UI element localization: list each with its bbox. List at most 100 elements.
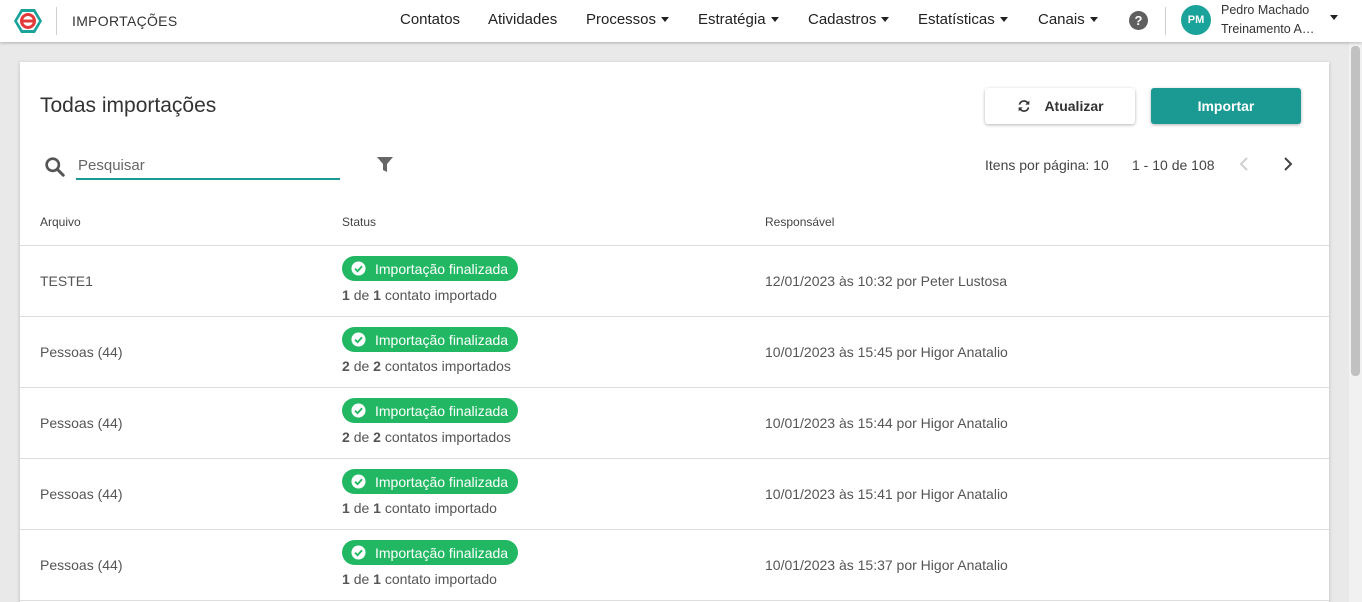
column-header-responsible: Responsável (765, 215, 835, 229)
responsible-info: 10/01/2023 às 15:45 por Higor Anatalio (765, 344, 1008, 360)
of-word: de (353, 571, 370, 587)
check-circle-icon (351, 474, 366, 489)
imported-count: 1 (342, 500, 350, 516)
page-scrollbar[interactable] (1349, 42, 1362, 602)
nav-label: Cadastros (808, 11, 877, 28)
responsible-info: 12/01/2023 às 10:32 por Peter Lustosa (765, 273, 1008, 289)
search-icon (45, 157, 65, 177)
table-row[interactable]: Pessoas (44) Importação finalizada 1 de 1 … (20, 459, 1329, 530)
of-word: de (353, 287, 370, 303)
file-name: Pessoas (44) (40, 344, 123, 360)
nav-label: Canais (1038, 11, 1085, 28)
of-word: de (353, 429, 370, 445)
nav-cadastros[interactable]: Cadastros (808, 11, 890, 28)
nav-processos[interactable]: Processos (586, 11, 670, 28)
total-count: 1 (373, 571, 381, 587)
table-row[interactable]: Pessoas (44) Importação finalizada 2 de 2 … (20, 317, 1329, 388)
check-circle-icon (351, 332, 366, 347)
user-name[interactable]: Pedro Machado (1221, 3, 1309, 17)
refresh-button-label: Atualizar (1044, 98, 1104, 114)
total-count: 2 (373, 358, 381, 374)
top-bar: IMPORTAÇÕES Contatos Atividades Processo… (0, 0, 1362, 42)
count-suffix: contato importado (384, 500, 497, 516)
nav-estrategia[interactable]: Estratégia (698, 11, 779, 28)
caret-down-icon (881, 16, 890, 22)
nav-label: Processos (586, 11, 657, 28)
table-row[interactable]: TESTE1 Importação finalizada 1 de 1 contat… (20, 246, 1329, 317)
count-suffix: contato importado (384, 287, 497, 303)
import-count: 1 de 1 contato importado (342, 571, 497, 587)
imported-count: 2 (342, 429, 350, 445)
table-row[interactable]: Pessoas (44) Importação finalizada 1 de 1 … (20, 530, 1329, 601)
check-circle-icon (351, 261, 366, 276)
status-badge: Importação finalizada (342, 540, 519, 565)
page-title: Todas importações (40, 94, 217, 117)
nav-label: Estratégia (698, 11, 766, 28)
user-menu-caret-icon[interactable] (1330, 15, 1338, 20)
import-button[interactable]: Importar (1151, 88, 1301, 124)
count-suffix: contatos importados (384, 358, 511, 374)
imported-count: 1 (342, 571, 350, 587)
responsible-info: 10/01/2023 às 15:44 por Higor Anatalio (765, 415, 1008, 431)
scrollbar-thumb[interactable] (1351, 46, 1360, 376)
import-count: 2 de 2 contatos importados (342, 429, 511, 445)
items-per-page[interactable]: Itens por página: 10 (985, 157, 1109, 173)
nav-canais[interactable]: Canais (1038, 11, 1098, 28)
caret-down-icon (999, 16, 1008, 22)
nav-label: Estatísticas (918, 11, 995, 28)
chevron-left-icon[interactable] (1238, 156, 1252, 172)
header-divider (56, 7, 57, 35)
status-label: Importação finalizada (375, 331, 509, 348)
status-label: Importação finalizada (375, 544, 509, 561)
avatar[interactable]: PM (1181, 5, 1211, 35)
of-word: de (353, 358, 370, 374)
refresh-button[interactable]: Atualizar (985, 88, 1135, 124)
import-count: 2 de 2 contatos importados (342, 358, 511, 374)
status-label: Importação finalizada (375, 260, 509, 277)
responsible-info: 10/01/2023 às 15:37 por Higor Anatalio (765, 557, 1008, 573)
pagination-range: 1 - 10 de 108 (1132, 157, 1215, 173)
help-icon[interactable]: ? (1129, 11, 1148, 30)
page-section-title: IMPORTAÇÕES (72, 13, 178, 29)
caret-down-icon (1089, 16, 1098, 22)
refresh-icon (1019, 100, 1030, 112)
nav-atividades[interactable]: Atividades (488, 11, 557, 28)
app-logo-icon[interactable] (14, 8, 42, 34)
status-badge: Importação finalizada (342, 469, 519, 494)
check-circle-icon (351, 403, 366, 418)
table-row[interactable]: Pessoas (44) Importação finalizada 2 de 2 … (20, 388, 1329, 459)
responsible-info: 10/01/2023 às 15:41 por Higor Anatalio (765, 486, 1008, 502)
status-badge: Importação finalizada (342, 256, 519, 281)
status-badge: Importação finalizada (342, 327, 519, 352)
column-header-file: Arquivo (40, 215, 81, 229)
nav-label: Contatos (400, 11, 461, 28)
total-count: 1 (373, 500, 381, 516)
nav-label: Atividades (488, 11, 558, 28)
nav-estatisticas[interactable]: Estatísticas (918, 11, 1008, 28)
search-input[interactable] (76, 152, 340, 180)
imported-count: 2 (342, 358, 350, 374)
caret-down-icon (661, 16, 670, 22)
status-label: Importação finalizada (375, 402, 509, 419)
status-badge: Importação finalizada (342, 398, 519, 423)
column-header-status: Status (342, 215, 377, 229)
chevron-right-icon[interactable] (1281, 156, 1295, 172)
file-name: Pessoas (44) (40, 557, 123, 573)
total-count: 1 (373, 287, 381, 303)
caret-down-icon (770, 16, 779, 22)
import-count: 1 de 1 contato importado (342, 500, 497, 516)
count-suffix: contato importado (384, 571, 497, 587)
count-suffix: contatos importados (384, 429, 511, 445)
imported-count: 1 (342, 287, 350, 303)
file-name: TESTE1 (40, 273, 93, 289)
status-label: Importação finalizada (375, 473, 509, 490)
check-circle-icon (351, 545, 366, 560)
nav-contatos[interactable]: Contatos (400, 11, 460, 28)
file-name: Pessoas (44) (40, 486, 123, 502)
total-count: 2 (373, 429, 381, 445)
header-divider (1165, 7, 1166, 35)
of-word: de (353, 500, 370, 516)
user-organization[interactable]: Treinamento Atendimento (1221, 22, 1317, 36)
import-button-label: Importar (1197, 98, 1255, 114)
filter-icon[interactable] (377, 157, 393, 172)
